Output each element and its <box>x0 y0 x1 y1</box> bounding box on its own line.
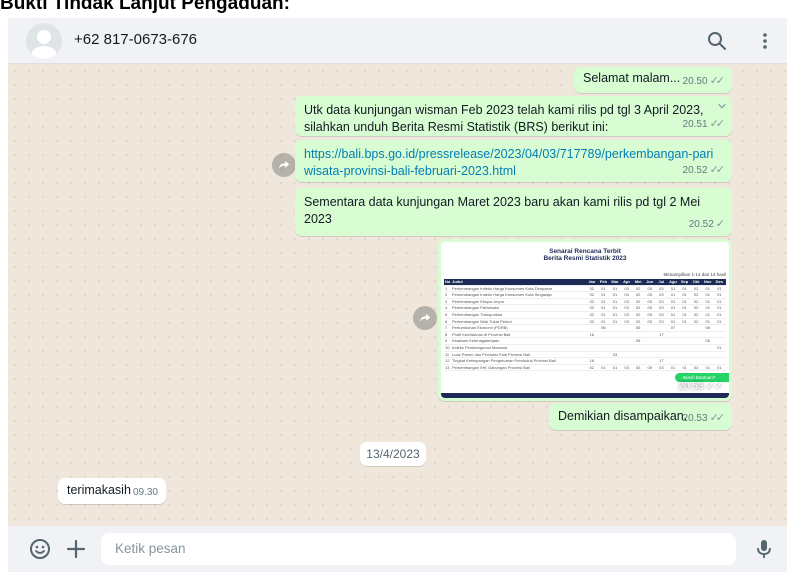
image-table-row: 12 Tingkat Ketimpangan Pengeluaran Pendud… <box>444 358 726 365</box>
message-text: Sementara data kunjungan Maret 2023 baru… <box>304 195 701 226</box>
image-table-row: 4 Perkembangan Pariwisata 02 01 01 03 02 05 03 01… <box>444 305 726 312</box>
message-input-placeholder: Ketik pesan <box>115 541 186 556</box>
image-table-row: 6 Perkembangan Nilai Tukar Petani 02 01 01 03… <box>444 319 726 326</box>
message-time: 20.52 <box>682 165 708 176</box>
date-separator: 13/4/2023 <box>360 442 426 466</box>
double-check-icon: ✓✓ <box>709 118 726 130</box>
kebab-menu-icon[interactable] <box>753 29 777 53</box>
double-check-icon: ✓✓ <box>709 412 726 424</box>
message-meta: 20.50 ✓✓ <box>682 73 726 90</box>
image-table-row: 13 Perkembangan IHK Gabungan Provinsi Bal… <box>444 365 726 372</box>
image-doc-table: No Judul Jan Feb Mar Apr Mei Jun Jul Agu Sep Okt Nov… <box>444 279 726 372</box>
microphone-icon[interactable] <box>752 537 776 561</box>
image-table-row: 5 Perkembangan Transportasi 02 01 01 03 02 05 03… <box>444 312 726 319</box>
message-time: 20.53 ✓✓ <box>678 381 723 392</box>
message-meta: 20.53 ✓✓ <box>682 410 726 427</box>
image-table-row: 11 Luas Panen dan Produksi Padi Provinsi … <box>444 352 726 359</box>
image-table-row: 2 Perkembangan Indeks Harga Konsumen Kota… <box>444 292 726 299</box>
double-check-icon: ✓✓ <box>709 164 726 176</box>
avatar[interactable] <box>26 23 62 59</box>
document-title: Bukti Tindak Lanjut Pengaduan: <box>0 0 290 14</box>
message-bubble[interactable]: https://bali.bps.go.id/pressrelease/2023… <box>295 140 732 182</box>
image-table-row: 3 Perkembangan Ekspor-Impor 02 01 01 03 02 05 03… <box>444 299 726 306</box>
message-time: 20.52 <box>688 219 714 230</box>
message-text: Selamat malam... <box>583 71 681 85</box>
single-check-icon: ✓ <box>715 218 725 230</box>
image-doc-note: Menampilkan 1-14 dari 14 hasil <box>663 272 726 277</box>
image-table-row: 10 Indeks Pembangunan Manusia 01 <box>444 345 726 352</box>
message-time: 09.30 <box>132 487 158 498</box>
image-table-header: No Judul Jan Feb Mar Apr Mei Jun Jul Agu Sep Okt Nov… <box>444 279 726 286</box>
message-meta: 09.30 <box>133 484 158 501</box>
forward-icon <box>419 313 431 323</box>
image-doc-subtitle: Berita Resmi Statistik 2023 <box>543 255 627 262</box>
image-table-row: 9 Keadaan Ketenagakerjaan 05 06 <box>444 338 726 345</box>
search-icon[interactable] <box>705 29 729 53</box>
document-image[interactable]: Senarai Rencana Terbit Berita Resmi Stat… <box>441 242 729 398</box>
plus-icon[interactable] <box>64 537 88 561</box>
forward-icon <box>278 160 290 170</box>
image-message[interactable]: Senarai Rencana Terbit Berita Resmi Stat… <box>438 239 732 401</box>
chat-area[interactable]: Selamat malam... 20.50 ✓✓ Utk data kunju… <box>8 64 787 526</box>
message-time: 20.50 <box>682 76 708 87</box>
forward-button[interactable] <box>413 306 437 330</box>
image-table-row: 7 Pertumbuhan Ekonomi (PDRB) 06 05 07 06 <box>444 325 726 332</box>
message-input[interactable]: Ketik pesan <box>101 533 736 565</box>
emoji-icon[interactable] <box>28 537 52 561</box>
message-bubble[interactable]: Demikian disampaikan. 20.53 ✓✓ <box>549 403 732 430</box>
message-meta: 20.52 ✓ <box>689 216 725 233</box>
message-text: Demikian disampaikan. <box>558 409 688 423</box>
message-text: Utk data kunjungan wisman Feb 2023 telah… <box>304 103 704 134</box>
message-time: 20.51 <box>682 119 708 130</box>
forward-button[interactable] <box>272 153 296 177</box>
message-composer: Ketik pesan <box>8 526 787 572</box>
incoming-message-bubble[interactable]: terimakasih 09.30 <box>58 478 166 504</box>
message-link[interactable]: https://bali.bps.go.id/pressrelease/2023… <box>304 146 714 180</box>
image-table-row: 8 Profil Kemiskinan di Provinsi Bali 16 17 <box>444 332 726 339</box>
chevron-down-icon[interactable] <box>717 101 727 111</box>
message-bubble[interactable]: Selamat malam... 20.50 ✓✓ <box>574 67 732 93</box>
image-table-row: 1 Perkembangan Indeks Harga Konsumen Kota… <box>444 286 726 293</box>
message-meta: 20.51 ✓✓ <box>682 116 726 133</box>
message-bubble[interactable]: Utk data kunjungan wisman Feb 2023 telah… <box>295 96 732 136</box>
double-check-icon: ✓✓ <box>709 75 726 87</box>
image-doc-title: Senarai Rencana Terbit <box>549 248 621 255</box>
image-footer-bar <box>441 393 729 398</box>
contact-name[interactable]: +62 817-0673-676 <box>74 31 197 48</box>
message-time: 20.53 <box>682 413 708 424</box>
message-bubble[interactable]: Sementara data kunjungan Maret 2023 baru… <box>295 188 732 236</box>
chat-header: +62 817-0673-676 <box>8 18 787 64</box>
message-meta: 20.52 ✓✓ <box>682 162 726 179</box>
message-text: terimakasih <box>67 483 131 497</box>
